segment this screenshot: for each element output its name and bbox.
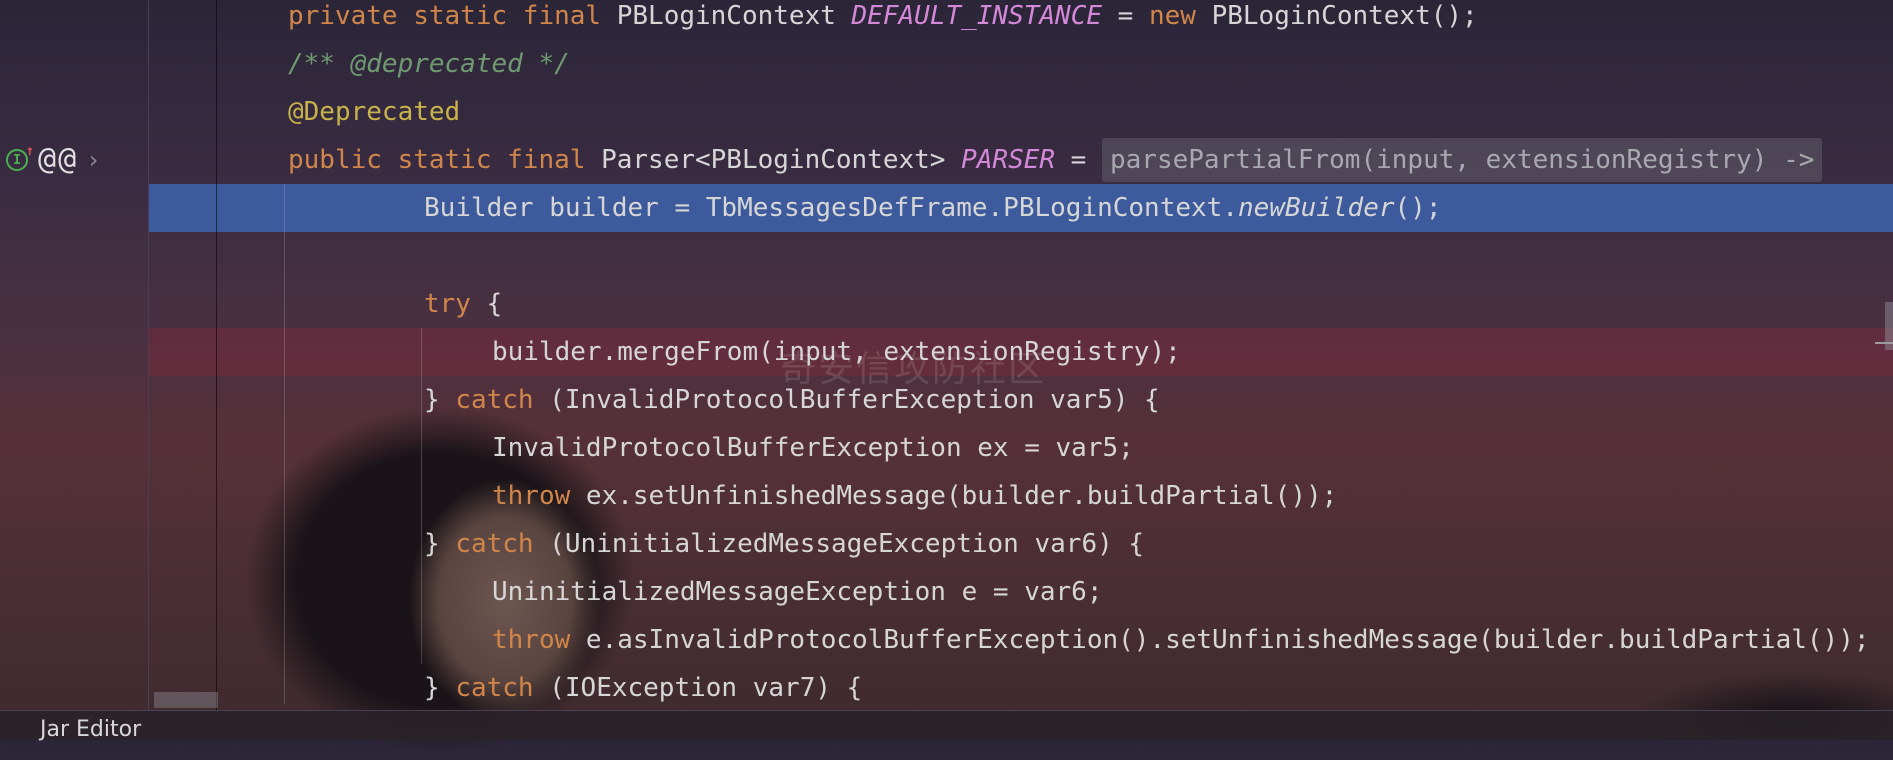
status-label: Jar Editor	[40, 717, 142, 742]
code-text: public static final Parser<PBLoginContex…	[288, 136, 1823, 184]
code-token: Builder builder = TbMessagesDefFrame.PBL…	[424, 193, 1238, 223]
code-token: /** @deprecated */	[288, 49, 570, 79]
code-token: (IOException var7) {	[549, 673, 863, 703]
code-token: public static final	[288, 145, 602, 175]
code-token: private static final	[288, 1, 617, 31]
code-line[interactable]: private static final PBLoginContext DEFA…	[0, 0, 1893, 40]
code-token: try	[424, 289, 487, 319]
code-token: =	[1102, 1, 1149, 31]
horizontal-scrollbar-thumb[interactable]	[154, 692, 218, 708]
code-token: throw	[492, 625, 586, 655]
code-text: @Deprecated	[288, 88, 460, 136]
code-token: DEFAULT_INSTANCE	[851, 1, 1102, 31]
code-token: catch	[455, 385, 550, 415]
code-token: new	[1148, 1, 1212, 31]
code-token: ();	[1394, 193, 1442, 223]
status-bar: Jar Editor	[0, 710, 1893, 742]
code-token: =	[1055, 145, 1102, 175]
code-text: try {	[424, 280, 502, 328]
code-token: }	[424, 529, 456, 559]
code-token: PBLoginContext	[616, 1, 852, 31]
code-token: ex.setUnfinishedMessage(builder.buildPar…	[585, 481, 1338, 511]
code-token: UninitializedMessageException e = var6;	[492, 577, 1103, 607]
code-token: throw	[492, 481, 586, 511]
code-line[interactable]: InvalidProtocolBufferException ex = var5…	[0, 424, 1893, 472]
code-line[interactable]	[0, 232, 1893, 280]
code-line[interactable]: throw e.asInvalidProtocolBufferException…	[0, 616, 1893, 664]
inlay-hint[interactable]: parsePartialFrom(input, extensionRegistr…	[1102, 138, 1823, 182]
code-text: Builder builder = TbMessagesDefFrame.PBL…	[424, 184, 1442, 232]
code-line[interactable]: Builder builder = TbMessagesDefFrame.PBL…	[0, 184, 1893, 232]
code-token: }	[424, 673, 456, 703]
code-token: e.asInvalidProtocolBufferException().set…	[585, 625, 1870, 655]
code-text: } catch (UninitializedMessageException v…	[424, 520, 1144, 568]
code-line[interactable]: try {	[0, 280, 1893, 328]
code-text: InvalidProtocolBufferException ex = var5…	[492, 424, 1134, 472]
code-token: {	[486, 289, 503, 319]
watermark-text: 奇安信攻防社区	[780, 349, 1047, 390]
code-token: catch	[455, 529, 550, 559]
code-line[interactable]: @Deprecated	[0, 88, 1893, 136]
code-line[interactable]: } catch (IOException var7) {	[0, 664, 1893, 712]
code-token: PBLoginContext();	[1211, 1, 1478, 31]
code-token: InvalidProtocolBufferException ex = var5…	[492, 433, 1134, 463]
code-token: (UninitializedMessageException var6) {	[549, 529, 1145, 559]
code-text: private static final PBLoginContext DEFA…	[288, 0, 1478, 40]
scrollbar-marker	[1875, 342, 1893, 344]
code-line[interactable]: throw ex.setUnfinishedMessage(builder.bu…	[0, 472, 1893, 520]
code-line[interactable]: /** @deprecated */	[0, 40, 1893, 88]
code-line[interactable]: public static final Parser<PBLoginContex…	[0, 136, 1893, 184]
code-token: catch	[455, 673, 550, 703]
code-text: UninitializedMessageException e = var6;	[492, 568, 1102, 616]
code-line[interactable]: UninitializedMessageException e = var6;	[0, 568, 1893, 616]
code-text: } catch (IOException var7) {	[424, 664, 862, 712]
code-line[interactable]: } catch (UninitializedMessageException v…	[0, 520, 1893, 568]
code-token: @Deprecated	[288, 97, 461, 127]
code-token: newBuilder	[1237, 193, 1395, 223]
code-token: Parser<PBLoginContext>	[601, 145, 962, 175]
code-text: /** @deprecated */	[288, 40, 570, 88]
code-token: }	[424, 385, 456, 415]
code-text: throw e.asInvalidProtocolBufferException…	[492, 616, 1870, 664]
code-text: throw ex.setUnfinishedMessage(builder.bu…	[492, 472, 1337, 520]
code-token: PARSER	[961, 145, 1056, 175]
